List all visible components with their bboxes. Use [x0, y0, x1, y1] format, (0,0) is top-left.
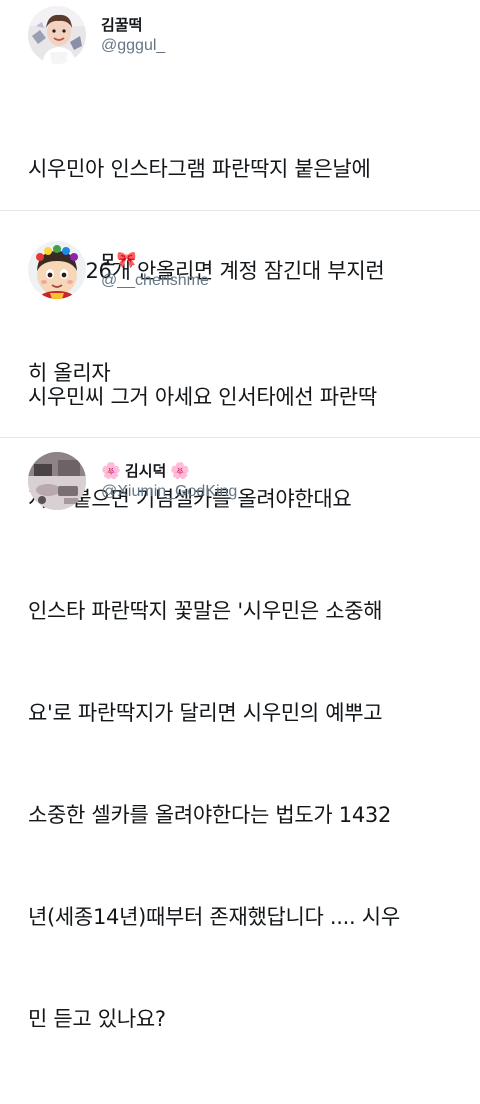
display-name[interactable]: 🌸 김시덕 🌸: [101, 461, 237, 481]
user-names: 김꿀떡 @gggul_: [101, 15, 165, 56]
user-handle[interactable]: @gggul_: [101, 35, 165, 56]
tweet-header: 김꿀떡 @gggul_: [28, 6, 165, 64]
display-name-text: 김시덕: [124, 461, 167, 480]
cherry-blossom-icon: 🌸: [101, 460, 121, 480]
tweet-text-line: 시우민아 인스타그램 파란딱지 붙은날에: [28, 157, 371, 181]
tweet-1[interactable]: 김꿀떡 @gggul_ 시우민아 인스타그램 파란딱지 붙은날에 셀카 326개…: [0, 0, 480, 385]
tweet-3[interactable]: 🌸 김시덕 🌸 @Xiumin_GodKing 인스타 파란딱지 꽃말은 '시우…: [0, 438, 480, 1031]
cartoon-avatar-icon: [28, 241, 86, 299]
display-name-text: 김꿀떡: [101, 15, 143, 34]
user-avatar-photo-icon: [28, 6, 86, 64]
user-avatar[interactable]: [28, 241, 86, 299]
tweet-text-line: 시우민씨 그거 아세요 인서타에선 파란딱: [28, 385, 377, 409]
display-name[interactable]: 김꿀떡: [101, 15, 165, 35]
user-avatar[interactable]: [28, 452, 86, 510]
tweet-text: 인스타 파란딱지 꽃말은 '시우민은 소중해 요'로 파란딱지가 달리면 시우민…: [28, 526, 458, 1104]
tweet-2[interactable]: 모 🎀 @__cherishme 시우민씨 그거 아세요 인서타에선 파란딱 지…: [0, 211, 480, 511]
tweet-header: 모 🎀 @__cherishme: [28, 241, 209, 299]
user-handle[interactable]: @__cherishme: [101, 270, 209, 291]
ribbon-bow-icon: 🎀: [116, 249, 137, 269]
cherry-blossom-icon: 🌸: [170, 460, 191, 480]
tweet-text-line: 년(세종14년)때부터 존재했답니다 .... 시우: [28, 905, 400, 929]
tweet-text-line: 소중한 셀카를 올려야한다는 법도가 1432: [28, 803, 392, 827]
tweet-text-line: 요'로 파란딱지가 달리면 시우민의 예뿌고: [28, 701, 383, 725]
display-name[interactable]: 모 🎀: [101, 250, 209, 270]
user-names: 모 🎀 @__cherishme: [101, 250, 209, 291]
desk-photo-avatar-icon: [28, 452, 86, 510]
user-names: 🌸 김시덕 🌸 @Xiumin_GodKing: [101, 461, 237, 502]
user-avatar[interactable]: [28, 6, 86, 64]
tweet-text-line: 인스타 파란딱지 꽃말은 '시우민은 소중해: [28, 599, 383, 623]
tweet-text-line: 민 듣고 있나요?: [28, 1007, 166, 1031]
tweet-header: 🌸 김시덕 🌸 @Xiumin_GodKing: [28, 452, 237, 510]
user-handle[interactable]: @Xiumin_GodKing: [101, 481, 237, 502]
display-name-text: 모: [101, 250, 115, 269]
